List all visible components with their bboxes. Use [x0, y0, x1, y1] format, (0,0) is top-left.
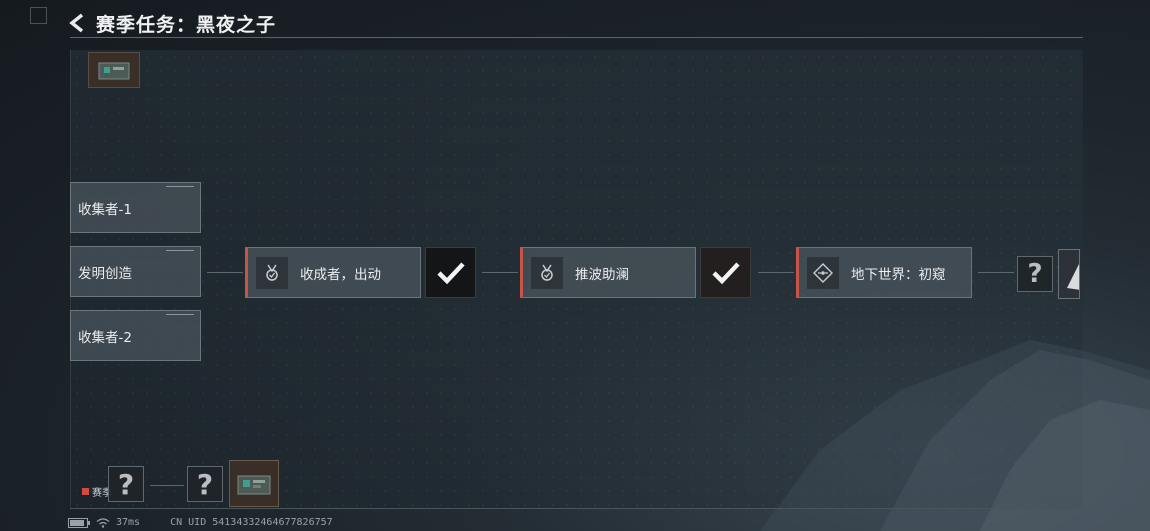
quest-node-2[interactable]: 推波助澜: [520, 247, 696, 298]
quest-label: 收成者，出动: [300, 266, 381, 283]
quest-1-complete-badge[interactable]: [425, 247, 476, 298]
footer-divider: [70, 508, 1083, 509]
season-legend-swatch: [82, 488, 89, 495]
background-terrain: [760, 340, 1150, 531]
locked-quest-node[interactable]: ?: [1017, 256, 1053, 292]
connector-line: [482, 272, 518, 273]
branch-invention[interactable]: 发明创造: [70, 246, 201, 297]
locked-reward-1[interactable]: ?: [108, 466, 144, 502]
branch-label: 发明创造: [78, 265, 132, 282]
quest-node-1[interactable]: 收成者，出动: [245, 247, 421, 298]
medal-icon: [256, 256, 288, 289]
reward-item-crate[interactable]: [229, 460, 279, 507]
user-uid: CN UID 54134332464677826757: [170, 517, 333, 528]
quest-label: 推波助澜: [575, 266, 629, 283]
branch-collector-1[interactable]: 收集者-1: [70, 182, 201, 233]
check-icon: [436, 261, 465, 284]
branch-collector-2[interactable]: 收集者-2: [70, 310, 201, 361]
question-mark-icon: ?: [1027, 259, 1043, 289]
quest-node-3[interactable]: 地下世界：初窥: [796, 247, 972, 298]
locked-reward-2[interactable]: ?: [187, 466, 223, 502]
connector-line: [207, 272, 243, 273]
status-bar: 37ms CN UID 54134332464677826757: [68, 517, 333, 528]
crate-icon: [237, 475, 271, 494]
back-arrow-icon: [69, 13, 84, 33]
next-quest-card-partial[interactable]: [1058, 249, 1080, 299]
branch-label: 收集者-2: [78, 329, 132, 346]
back-button[interactable]: [66, 11, 90, 35]
page-title: 赛季任务：黑夜之子: [96, 13, 277, 36]
quest-label: 地下世界：初窥: [851, 266, 946, 283]
corner-frame: [30, 7, 47, 24]
connector-line: [150, 485, 184, 486]
target-icon: [807, 256, 839, 289]
top-reward-item[interactable]: [88, 52, 140, 88]
quest-2-complete-badge[interactable]: [700, 247, 751, 298]
ping-readout: 37ms: [116, 517, 141, 528]
header-divider: [70, 37, 1083, 38]
battery-icon: [68, 517, 90, 528]
check-icon: [711, 261, 740, 284]
wifi-icon: [96, 517, 110, 528]
connector-line: [978, 272, 1014, 273]
question-mark-icon: ?: [196, 467, 214, 501]
branch-label: 收集者-1: [78, 201, 132, 218]
crate-icon: [98, 62, 130, 80]
header: 赛季任务：黑夜之子: [66, 8, 276, 38]
question-mark-icon: ?: [117, 467, 135, 501]
connector-line: [758, 272, 794, 273]
medal-icon: [531, 256, 563, 289]
